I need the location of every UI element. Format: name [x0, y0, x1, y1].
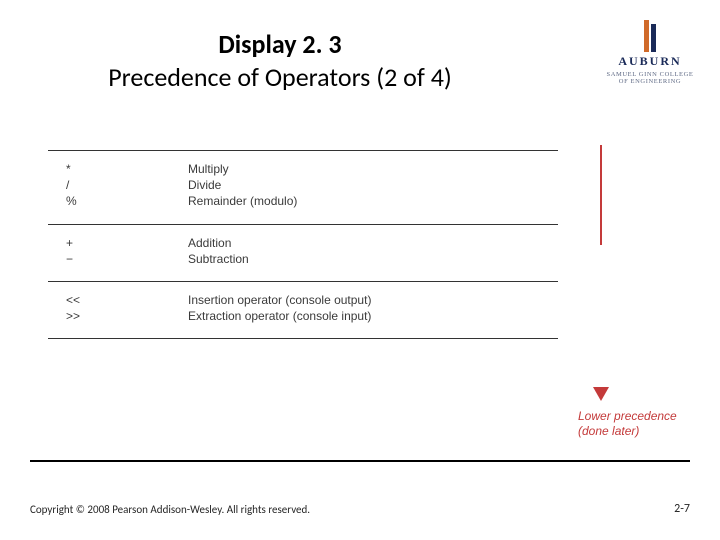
op-desc: Subtraction — [188, 251, 558, 267]
operator-symbols: << >> — [48, 292, 188, 324]
op-sym: % — [66, 193, 188, 209]
op-desc: Insertion operator (console output) — [188, 292, 558, 308]
op-sym: >> — [66, 308, 188, 324]
op-sym: * — [66, 161, 188, 177]
logo-subtitle: SAMUEL GINN COLLEGE OF ENGINEERING — [602, 71, 698, 86]
op-desc: Addition — [188, 235, 558, 251]
precedence-group: * / % Multiply Divide Remainder (modulo) — [48, 151, 558, 225]
title-line2: Precedence of Operators (2 of 4) — [0, 61, 560, 94]
arrow-shaft-icon — [600, 145, 602, 245]
operator-symbols: + − — [48, 235, 188, 267]
op-desc: Divide — [188, 177, 558, 193]
operator-descriptions: Multiply Divide Remainder (modulo) — [188, 161, 558, 210]
op-sym: + — [66, 235, 188, 251]
logo-tower-icon — [641, 20, 659, 52]
page-number: 2-7 — [674, 502, 690, 516]
title-line1: Display 2. 3 — [0, 28, 560, 61]
op-sym: << — [66, 292, 188, 308]
arrow-label: Lower precedence (done later) — [578, 409, 677, 439]
operator-symbols: * / % — [48, 161, 188, 210]
op-desc: Multiply — [188, 161, 558, 177]
op-sym: / — [66, 177, 188, 193]
logo-name: AUBURN — [602, 54, 698, 69]
op-desc: Remainder (modulo) — [188, 193, 558, 209]
op-sym: − — [66, 251, 188, 267]
precedence-group: << >> Insertion operator (console output… — [48, 282, 558, 339]
slide: Display 2. 3 Precedence of Operators (2 … — [0, 0, 720, 540]
arrow-label-line2: (done later) — [578, 424, 677, 439]
institution-logo: AUBURN SAMUEL GINN COLLEGE OF ENGINEERIN… — [602, 20, 698, 86]
copyright: Copyright © 2008 Pearson Addison-Wesley.… — [30, 503, 310, 516]
footer-rule — [30, 460, 690, 462]
arrow-head-icon — [593, 387, 609, 401]
op-desc: Extraction operator (console input) — [188, 308, 558, 324]
precedence-group: + − Addition Subtraction — [48, 225, 558, 282]
title-block: Display 2. 3 Precedence of Operators (2 … — [0, 28, 560, 93]
precedence-arrow: Lower precedence (done later) — [578, 145, 698, 245]
arrow-label-line1: Lower precedence — [578, 409, 677, 424]
operator-descriptions: Addition Subtraction — [188, 235, 558, 267]
precedence-table: * / % Multiply Divide Remainder (modulo)… — [48, 150, 558, 339]
operator-descriptions: Insertion operator (console output) Extr… — [188, 292, 558, 324]
